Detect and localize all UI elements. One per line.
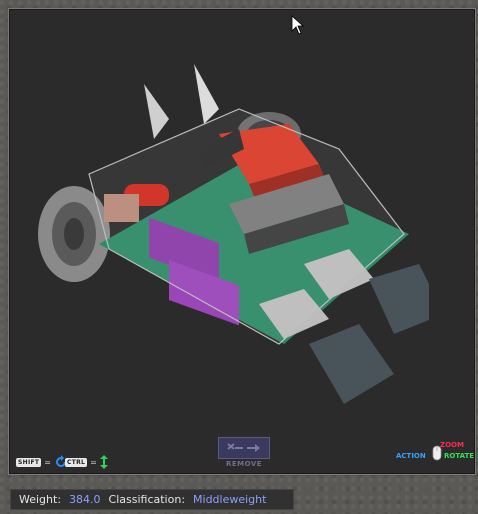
cursor-arrow-icon bbox=[291, 15, 305, 35]
remove-tool[interactable]: REMOVE bbox=[218, 437, 270, 468]
classification-label: Classification: bbox=[108, 493, 186, 506]
ctrl-move-hint: CTRL = bbox=[65, 455, 108, 469]
rotate-label: ROTATE bbox=[444, 452, 475, 460]
shift-key-label: SHIFT bbox=[16, 457, 42, 467]
mouse-legend: ZOOM ACTION ROTATE bbox=[396, 441, 476, 467]
zoom-label: ZOOM bbox=[440, 441, 464, 449]
shift-rotate-hint: SHIFT = bbox=[16, 455, 68, 469]
remove-tool-icon bbox=[227, 443, 260, 452]
remove-button[interactable] bbox=[218, 437, 270, 459]
vertical-move-icon bbox=[99, 455, 108, 469]
remove-label: REMOVE bbox=[225, 460, 263, 468]
3d-viewport[interactable]: SHIFT = CTRL = REMOVE ZOOM ACTION ROTATE bbox=[8, 8, 476, 475]
weight-label: Weight: bbox=[19, 493, 62, 506]
shell-outline bbox=[88, 108, 405, 345]
status-bar: Weight: 384.0 Classification: Middleweig… bbox=[10, 489, 294, 510]
mouse-icon bbox=[432, 445, 442, 461]
ctrl-key-label: CTRL bbox=[65, 457, 88, 467]
robot-model[interactable] bbox=[29, 54, 429, 434]
weight-value: 384.0 bbox=[69, 493, 101, 506]
classification-value: Middleweight bbox=[193, 493, 267, 506]
action-label: ACTION bbox=[396, 452, 426, 460]
